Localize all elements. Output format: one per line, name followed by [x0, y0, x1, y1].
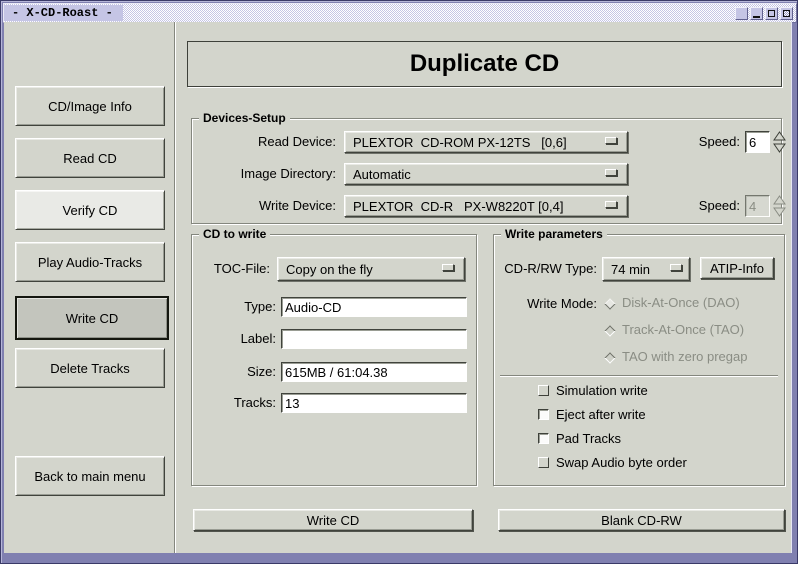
write-speed-spinner[interactable] — [773, 195, 786, 217]
eject-after-write-option[interactable]: Eject after write — [538, 407, 646, 422]
titlebar[interactable]: - X-CD-Roast - — [3, 3, 797, 23]
label-label: Label: — [198, 329, 276, 349]
back-to-main-menu-button[interactable]: Back to main menu — [15, 456, 165, 496]
read-speed-input[interactable] — [745, 131, 770, 153]
eject-after-write-checkbox[interactable] — [538, 409, 549, 420]
window-menu-button[interactable] — [735, 7, 748, 20]
read-device-label: Read Device: — [200, 131, 336, 153]
write-device-value: PLEXTOR CD-R PX-W8220T [0,4] — [345, 199, 563, 214]
cdrw-type-value: 74 min — [603, 262, 650, 277]
group-legend: Devices-Setup — [199, 111, 290, 125]
write-mode-option-tao[interactable]: Track-At-Once (TAO) — [606, 322, 744, 337]
tracks-input[interactable] — [281, 393, 467, 413]
page-title: Duplicate CD — [187, 41, 782, 87]
group-legend: CD to write — [199, 227, 270, 241]
radio-label: TAO with zero pregap — [622, 349, 747, 364]
cdrw-type-label: CD-R/RW Type: — [498, 257, 597, 281]
write-device-label: Write Device: — [200, 195, 336, 217]
window-title: - X-CD-Roast - — [4, 5, 123, 21]
window-frame: - X-CD-Roast - CD/Image Info Read CD Ver… — [0, 0, 798, 564]
button-label: Write CD — [307, 513, 359, 528]
read-device-value: PLEXTOR CD-ROM PX-12TS [0,6] — [345, 135, 567, 150]
toc-file-value: Copy on the fly — [278, 262, 373, 277]
dropdown-indicator-icon — [605, 201, 617, 208]
toc-file-label: TOC-File: — [198, 257, 270, 281]
atip-info-button[interactable]: ATIP-Info — [700, 257, 774, 279]
read-speed-label: Speed: — [652, 131, 740, 153]
button-label: Play Audio-Tracks — [38, 255, 142, 270]
size-input[interactable] — [281, 362, 467, 382]
label-input[interactable] — [281, 329, 467, 349]
write-mode-label: Write Mode: — [498, 297, 597, 311]
image-directory-label: Image Directory: — [200, 163, 336, 185]
write-mode-option-tao-zero-pregap[interactable]: TAO with zero pregap — [606, 349, 747, 364]
image-directory-dropdown[interactable]: Automatic — [344, 163, 628, 185]
button-label: Write CD — [66, 311, 118, 326]
sticky-button[interactable] — [780, 7, 793, 20]
write-speed-label: Speed: — [652, 195, 740, 217]
radio-label: Disk-At-Once (DAO) — [622, 295, 740, 310]
write-mode-option-dao[interactable]: Disk-At-Once (DAO) — [606, 295, 740, 310]
pad-tracks-option[interactable]: Pad Tracks — [538, 431, 621, 446]
cd-to-write-group: CD to write TOC-File: Copy on the fly Ty… — [191, 234, 477, 486]
button-label: Delete Tracks — [50, 361, 129, 376]
write-speed-input[interactable] — [745, 195, 770, 217]
checkbox-label: Eject after write — [556, 407, 646, 422]
sidebar-item-write-cd[interactable]: Write CD — [15, 296, 169, 340]
swap-audio-byte-order-checkbox[interactable] — [538, 457, 549, 468]
dropdown-indicator-icon — [605, 169, 617, 176]
checkbox-label: Simulation write — [556, 383, 648, 398]
read-speed-spinner[interactable] — [773, 131, 786, 153]
type-input[interactable] — [281, 297, 467, 317]
minimize-button[interactable] — [750, 7, 763, 20]
radio-icon — [604, 352, 615, 363]
toc-file-dropdown[interactable]: Copy on the fly — [277, 257, 465, 281]
sidebar-item-verify-cd[interactable]: Verify CD — [15, 190, 165, 230]
group-legend: Write parameters — [501, 227, 607, 241]
sticky-icon — [783, 10, 790, 17]
cdrw-type-dropdown[interactable]: 74 min — [602, 257, 690, 281]
pad-tracks-checkbox[interactable] — [538, 433, 549, 444]
radio-icon — [604, 325, 615, 336]
sidebar-item-cd-image-info[interactable]: CD/Image Info — [15, 86, 165, 126]
titlebar-buttons — [735, 7, 793, 20]
image-directory-value: Automatic — [345, 167, 411, 182]
read-device-dropdown[interactable]: PLEXTOR CD-ROM PX-12TS [0,6] — [344, 131, 628, 153]
maximize-icon — [768, 10, 775, 17]
minimize-icon — [753, 16, 760, 18]
dropdown-indicator-icon — [605, 137, 617, 144]
button-label: ATIP-Info — [710, 261, 764, 276]
sidebar-item-read-cd[interactable]: Read CD — [15, 138, 165, 178]
simulation-write-option[interactable]: Simulation write — [538, 383, 648, 398]
tracks-label: Tracks: — [198, 393, 276, 413]
dropdown-indicator-icon — [442, 264, 454, 271]
window-content: CD/Image Info Read CD Verify CD Play Aud… — [4, 22, 792, 553]
sidebar-separator — [174, 22, 176, 553]
size-label: Size: — [198, 362, 276, 382]
sidebar-item-delete-tracks[interactable]: Delete Tracks — [15, 348, 165, 388]
type-label: Type: — [198, 297, 276, 317]
button-label: Back to main menu — [34, 469, 145, 484]
write-device-dropdown[interactable]: PLEXTOR CD-R PX-W8220T [0,4] — [344, 195, 628, 217]
write-parameters-group: Write parameters CD-R/RW Type: 74 min AT… — [493, 234, 785, 486]
maximize-button[interactable] — [765, 7, 778, 20]
button-label: CD/Image Info — [48, 99, 132, 114]
sidebar-item-play-audio-tracks[interactable]: Play Audio-Tracks — [15, 242, 165, 282]
devices-setup-group: Devices-Setup Read Device: PLEXTOR CD-RO… — [191, 118, 782, 224]
radio-icon — [604, 298, 615, 309]
blank-cdrw-button[interactable]: Blank CD-RW — [498, 509, 785, 531]
button-label: Blank CD-RW — [601, 513, 682, 528]
checkbox-label: Swap Audio byte order — [556, 455, 687, 470]
swap-audio-byte-order-option[interactable]: Swap Audio byte order — [538, 455, 687, 470]
simulation-write-checkbox[interactable] — [538, 385, 549, 396]
button-label: Read CD — [63, 151, 116, 166]
dropdown-indicator-icon — [670, 264, 682, 271]
separator — [500, 375, 778, 377]
button-label: Verify CD — [63, 203, 118, 218]
write-cd-button[interactable]: Write CD — [193, 509, 473, 531]
radio-label: Track-At-Once (TAO) — [622, 322, 744, 337]
checkbox-label: Pad Tracks — [556, 431, 621, 446]
